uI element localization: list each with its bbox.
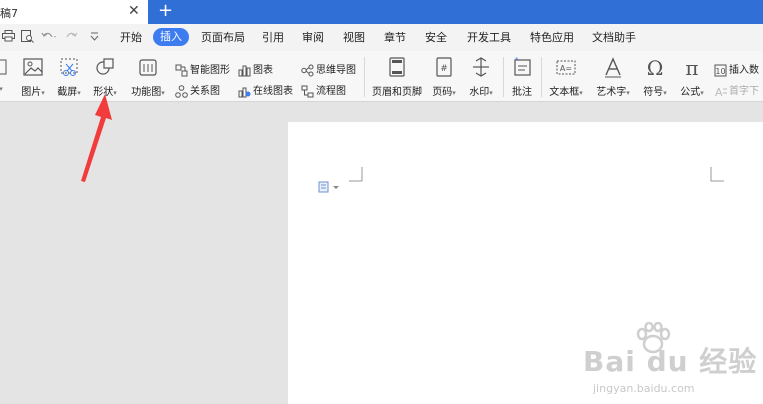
flowchart-button[interactable]: 流程图 [301,82,346,98]
svg-text:π: π [685,56,698,79]
formula-button[interactable]: π 公式▾ [676,55,708,98]
menu-review[interactable]: 审阅 [302,31,324,45]
paste-options-icon[interactable] [318,181,342,193]
print-icon[interactable] [2,30,15,45]
ribbon-separator [503,57,504,97]
menu-references[interactable]: 引用 [262,31,284,45]
watermark-url: jingyan.baidu.com [593,382,695,395]
comment-label: 批注 [512,87,532,98]
print-preview-icon[interactable] [21,30,34,46]
menu-special-apps[interactable]: 特色应用 [530,31,574,45]
drop-cap-button[interactable]: A 首字下 [714,82,759,99]
menu-security[interactable]: 安全 [425,31,447,45]
baidu-watermark: Bai du 经验 jingyan.baidu.com [583,322,763,404]
undo-icon[interactable] [41,30,57,45]
textbox-button[interactable]: A= 文本框▾ [546,55,586,98]
wordart-icon [605,57,621,78]
watermark-label: 水印 [469,87,490,98]
page-number-icon: # [436,57,452,77]
close-icon[interactable]: ✕ [128,3,140,19]
svg-text:A=: A= [560,64,572,73]
insert-number-button[interactable]: 10 插入数 [714,61,759,77]
wordart-button[interactable]: 艺术字▾ [592,55,634,98]
comment-button[interactable]: * 批注 [508,55,536,98]
smart-shape-button[interactable]: 智能图形 [175,61,230,77]
menu-page-layout[interactable]: 页面布局 [201,31,245,45]
watermark-brand: Bai du 经验 [583,345,758,378]
caret-icon: ▾ [0,85,3,93]
shapes-icon [96,58,114,75]
header-footer-label: 页眉和页脚 [372,87,422,98]
menu-insert[interactable]: 插入 [153,28,189,46]
document-tab[interactable]: 稿7 ✕ [0,0,148,25]
drop-cap-label: 首字下 [729,86,759,97]
svg-text:Ω: Ω [647,56,664,79]
relation-chart-label: 关系图 [190,86,220,97]
flowchart-label: 流程图 [316,86,346,97]
customize-icon[interactable] [90,30,99,45]
margin-corner-top-right [710,167,724,182]
chart-button[interactable]: 图表 [238,61,273,77]
relation-chart-button[interactable]: 关系图 [175,82,220,98]
new-tab-icon[interactable]: + [158,1,173,21]
smart-shape-icon [175,64,188,76]
drop-cap-icon: A [715,86,727,99]
ribbon-button-partial[interactable]: ▾ [0,55,8,94]
page-number-label: 页码 [432,87,453,98]
picture-label: 图片 [21,87,42,98]
comment-icon: * [514,56,531,76]
online-chart-icon [238,87,251,97]
menu-doc-assistant[interactable]: 文档助手 [592,31,636,45]
function-chart-label: 功能图 [131,87,162,98]
menu-developer-tools[interactable]: 开发工具 [467,31,511,45]
relation-chart-icon [175,84,188,98]
textbox-icon: A= [556,60,576,75]
online-chart-button[interactable]: 在线图表 [238,82,293,98]
redo-icon[interactable] [64,30,78,45]
insert-number-icon: 10 [714,64,727,76]
svg-text:10: 10 [715,67,725,76]
header-footer-button[interactable]: 页眉和页脚 [371,55,423,98]
picture-icon [23,58,43,76]
ribbon-separator [541,57,542,97]
symbol-omega-icon: Ω [647,56,664,79]
flowchart-icon [301,85,314,97]
annotation-arrow [81,94,112,182]
document-tab-title: 稿7 [0,7,18,20]
symbol-label: 符号 [643,87,664,98]
menu-view[interactable]: 视图 [343,31,365,45]
wordart-label: 艺术字 [596,87,627,98]
header-footer-icon [389,57,405,77]
screenshot-icon [60,58,78,76]
svg-text:*: * [515,56,519,64]
smart-shape-label: 智能图形 [190,65,230,76]
margin-corner-top-left [349,167,363,182]
svg-text:#: # [440,64,448,74]
svg-text:A: A [715,86,723,98]
page-number-button[interactable]: # 页码▾ [428,55,460,98]
insert-number-label: 插入数 [729,65,759,76]
formula-label: 公式 [680,87,701,98]
function-chart-button[interactable]: 功能图▾ [128,55,168,98]
picture-button[interactable]: 图片▾ [18,55,48,98]
mind-map-button[interactable]: 思维导图 [301,61,356,77]
symbol-button[interactable]: Ω 符号▾ [640,55,670,98]
watermark-button[interactable]: 水印▾ [465,55,497,98]
menu-chapter[interactable]: 章节 [384,31,406,45]
table-icon [0,59,7,75]
ribbon-separator [364,57,365,97]
watermark-icon [473,57,489,77]
online-chart-label: 在线图表 [253,86,293,97]
formula-pi-icon: π [685,56,698,79]
chart-label: 图表 [253,65,273,76]
textbox-label: 文本框 [549,87,580,98]
mind-map-icon [301,64,314,76]
function-chart-icon [139,59,157,76]
menu-home[interactable]: 开始 [120,31,142,45]
title-tab-bar: 稿7 ✕ + [0,0,763,25]
menu-bar: 开始 插入 页面布局 引用 审阅 视图 章节 安全 开发工具 特色应用 文档助手 [0,24,763,51]
mind-map-label: 思维导图 [316,65,356,76]
chart-icon [238,65,251,76]
